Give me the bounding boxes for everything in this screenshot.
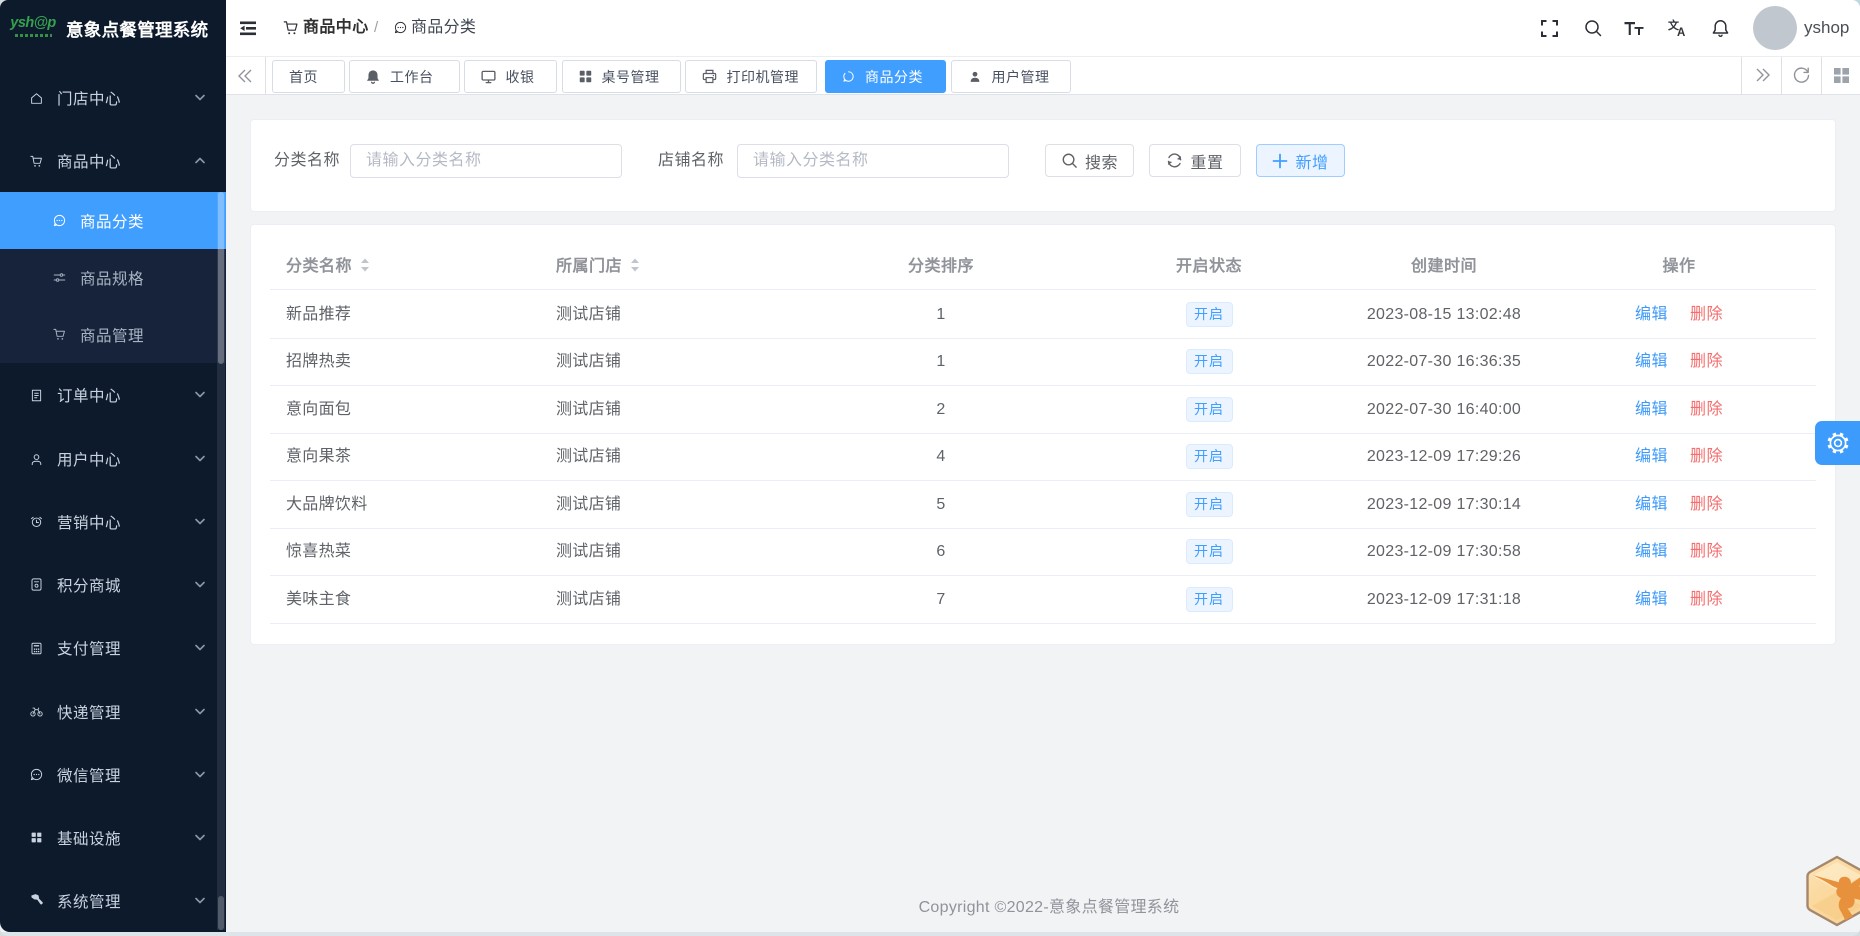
svg-text:A: A bbox=[1677, 27, 1685, 37]
